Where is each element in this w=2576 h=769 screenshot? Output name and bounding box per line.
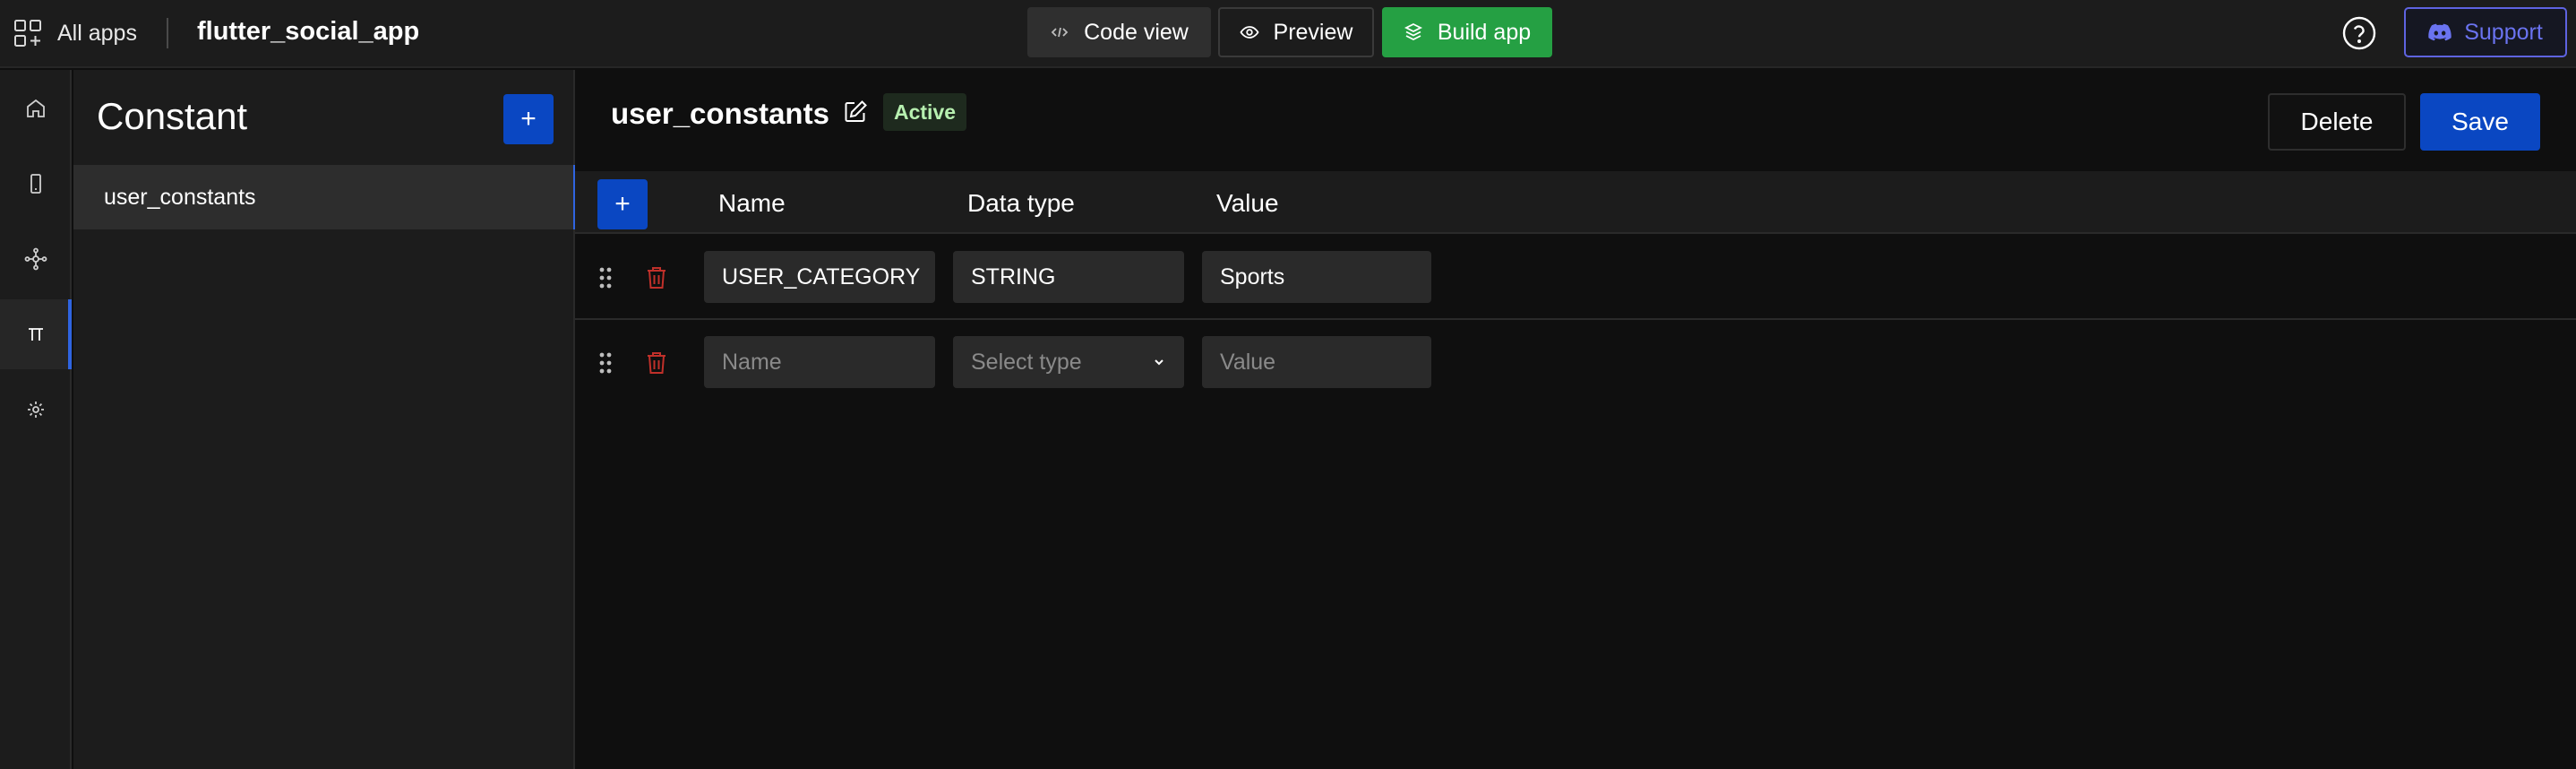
code-view-button[interactable]: Code view [1027, 7, 1211, 57]
code-view-label: Code view [1084, 19, 1189, 45]
column-header-data-type: Data type [967, 189, 1075, 217]
edit-icon[interactable] [842, 99, 869, 125]
table-header: + Name Data type Value [575, 171, 2576, 234]
data-type-field[interactable]: STRING [953, 251, 1184, 303]
add-row-button[interactable]: + [597, 179, 648, 229]
main-content: user_constants Active Delete Save + Name… [575, 70, 2576, 769]
add-constant-button[interactable]: + [503, 94, 554, 144]
build-app-label: Build app [1437, 19, 1532, 45]
value-input[interactable]: Value [1202, 336, 1431, 388]
home-icon [27, 99, 45, 117]
table-row: USER_CATEGORY STRING Sports [575, 236, 2576, 320]
network-icon [24, 247, 47, 271]
pi-icon [29, 328, 43, 341]
rail-item-home[interactable] [0, 73, 72, 143]
constants-panel: Constant + user_constants [73, 70, 577, 769]
drag-handle-icon[interactable] [595, 351, 616, 375]
preview-button[interactable]: Preview [1218, 7, 1374, 57]
rail-item-constants[interactable] [0, 299, 72, 369]
build-app-button[interactable]: Build app [1382, 7, 1552, 57]
app-name: flutter_social_app [197, 17, 420, 46]
name-input[interactable]: Name [704, 336, 935, 388]
drag-handle-icon[interactable] [595, 266, 616, 289]
column-header-name: Name [718, 189, 786, 217]
delete-button[interactable]: Delete [2268, 93, 2406, 151]
status-badge: Active [883, 93, 967, 131]
rail-item-settings[interactable] [0, 375, 72, 445]
name-field[interactable]: USER_CATEGORY [704, 251, 935, 303]
constant-title: user_constants [611, 97, 829, 130]
panel-title: Constant [97, 95, 248, 137]
apps-grid-icon [14, 20, 41, 47]
preview-label: Preview [1273, 19, 1353, 45]
save-button[interactable]: Save [2420, 93, 2540, 151]
settings-icon [28, 402, 44, 418]
support-button[interactable]: Support [2404, 7, 2567, 57]
column-header-value: Value [1216, 189, 1279, 217]
top-bar: All apps flutter_social_app Code view Pr… [0, 0, 2576, 68]
select-type-placeholder: Select type [971, 349, 1082, 375]
rail-item-network[interactable] [0, 224, 72, 294]
layers-icon [1404, 22, 1422, 41]
value-field[interactable]: Sports [1202, 251, 1431, 303]
all-apps-link[interactable]: All apps [13, 16, 137, 50]
rail-item-mobile[interactable] [0, 149, 72, 219]
support-label: Support [2464, 19, 2543, 45]
trash-icon[interactable] [645, 265, 668, 290]
eye-icon [1239, 26, 1259, 39]
table-row: Name Select type Value [575, 321, 2576, 405]
trash-icon[interactable] [645, 350, 668, 376]
discord-icon [2428, 23, 2451, 41]
code-icon [1051, 27, 1069, 38]
mobile-icon [30, 174, 41, 194]
topbar-divider [167, 18, 168, 48]
chevron-down-icon [1155, 359, 1163, 366]
constant-list-item[interactable]: user_constants [73, 165, 577, 229]
data-type-select[interactable]: Select type [953, 336, 1184, 388]
help-icon[interactable] [2341, 15, 2377, 51]
left-rail [0, 70, 72, 769]
all-apps-label: All apps [57, 20, 137, 46]
